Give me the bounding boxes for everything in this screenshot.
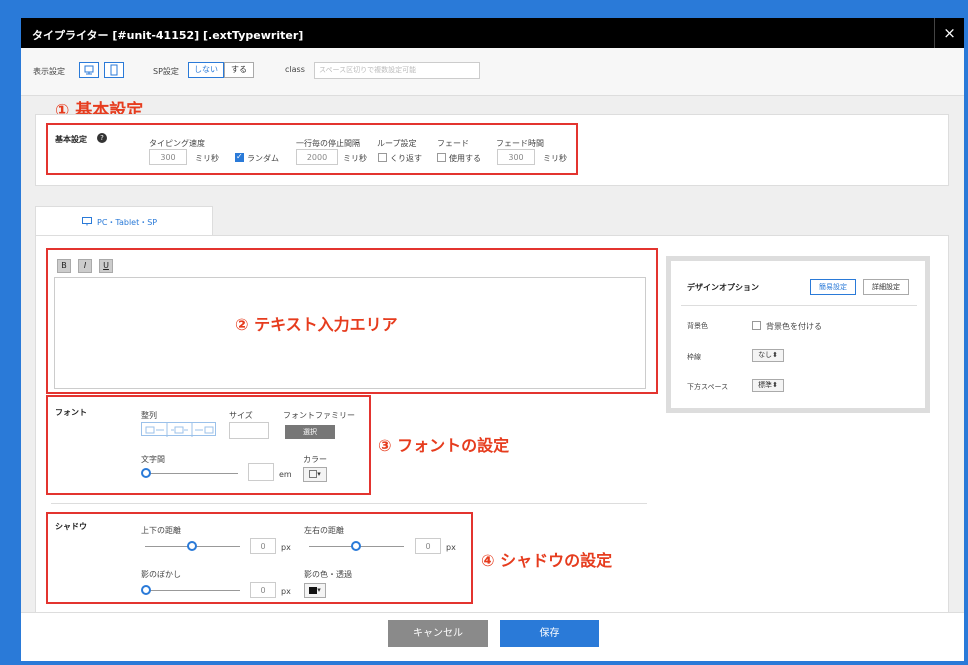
letter-spacing-slider-track xyxy=(148,473,238,474)
title-bar: タイプライター [#unit-41152] [.extTypewriter] × xyxy=(21,18,964,48)
em-unit: em xyxy=(279,470,292,479)
bold-button[interactable]: B xyxy=(57,259,71,273)
background-color-option: 背景色を付ける xyxy=(766,322,822,331)
shadow-color-arrow-icon: ▾ xyxy=(317,586,321,594)
annotation-shadow-settings: ④ シャドウの設定 xyxy=(481,551,613,570)
background-color-checkbox[interactable] xyxy=(752,321,761,330)
save-button[interactable]: 保存 xyxy=(500,620,599,647)
dialog-footer: キャンセル 保存 xyxy=(21,612,964,661)
blur-slider-knob[interactable] xyxy=(141,585,151,595)
class-label: class xyxy=(285,65,305,74)
annotation-text-area: ② テキスト入力エリア xyxy=(235,315,398,334)
font-family-select-button[interactable]: 選択 xyxy=(285,425,335,439)
loop-checkbox[interactable] xyxy=(378,153,387,162)
display-settings-bar: 表示設定 SP設定 しない する class スペース区切りで複数設定可能 xyxy=(21,48,964,96)
pc-display-toggle[interactable] xyxy=(79,62,99,78)
shadow-color-label: 影の色・透過 xyxy=(304,570,352,579)
letter-spacing-input[interactable] xyxy=(248,463,274,481)
ms-unit-2: ミリ秒 xyxy=(343,154,367,163)
detail-settings-button[interactable]: 詳細設定 xyxy=(863,279,909,295)
horizontal-slider-knob[interactable] xyxy=(351,541,361,551)
fade-time-input[interactable]: 300 xyxy=(497,149,535,165)
horizontal-distance-label: 左右の距離 xyxy=(304,526,344,535)
random-label: ランダム xyxy=(247,154,279,163)
font-heading: フォント xyxy=(55,408,87,417)
align-icons xyxy=(145,423,214,437)
display-setting-label: 表示設定 xyxy=(33,67,65,76)
letter-spacing-label: 文字間 xyxy=(141,455,165,464)
letter-spacing-slider-knob[interactable] xyxy=(141,468,151,478)
shadow-heading: シャドウ xyxy=(55,522,87,531)
background-color-label: 背景色 xyxy=(687,322,708,330)
design-divider xyxy=(681,305,917,306)
underline-button[interactable]: U xyxy=(99,259,113,273)
fade-label: フェード xyxy=(437,139,469,148)
loop-option-label: くり返す xyxy=(390,154,422,163)
align-selector[interactable] xyxy=(141,422,216,437)
vertical-distance-label: 上下の距離 xyxy=(141,526,181,535)
italic-button[interactable]: I xyxy=(78,259,92,273)
font-color-arrow-icon: ▾ xyxy=(317,470,321,478)
dialog-title: タイプライター [#unit-41152] [.extTypewriter] xyxy=(32,29,304,42)
monitor-icon xyxy=(84,65,94,75)
px-unit-3: px xyxy=(281,587,291,596)
typing-speed-input[interactable]: 300 xyxy=(149,149,187,165)
blur-input[interactable]: 0 xyxy=(250,582,276,598)
font-color-picker[interactable]: ▾ xyxy=(303,467,327,482)
sp-setting-label: SP設定 xyxy=(153,67,179,76)
help-icon[interactable]: ? xyxy=(97,133,107,143)
random-checkbox[interactable] xyxy=(235,152,244,162)
fade-checkbox[interactable] xyxy=(437,153,446,162)
shadow-color-picker[interactable]: ▾ xyxy=(304,583,326,598)
border-select[interactable]: なし⬍ xyxy=(752,349,784,362)
ms-unit-3: ミリ秒 xyxy=(543,154,567,163)
blur-label: 影のぼかし xyxy=(141,570,181,579)
align-label: 整列 xyxy=(141,411,157,420)
border-value: なし xyxy=(758,351,773,359)
border-label: 枠線 xyxy=(687,353,701,361)
vertical-distance-input[interactable]: 0 xyxy=(250,538,276,554)
horizontal-distance-input[interactable]: 0 xyxy=(415,538,441,554)
typewriter-dialog: タイプライター [#unit-41152] [.extTypewriter] ×… xyxy=(21,18,964,661)
basic-settings-heading: 基本設定 xyxy=(55,135,87,144)
font-size-input[interactable] xyxy=(229,422,269,439)
bottom-space-select[interactable]: 標準⬍ xyxy=(752,379,784,392)
fade-option-label: 使用する xyxy=(449,154,481,163)
monitor-icon xyxy=(82,217,92,226)
px-unit-2: px xyxy=(446,543,456,552)
sp-off-button[interactable]: しない xyxy=(188,62,224,78)
font-color-label: カラー xyxy=(303,455,327,464)
close-button[interactable]: × xyxy=(934,18,964,48)
cancel-button[interactable]: キャンセル xyxy=(388,620,488,647)
typing-speed-label: タイピング速度 xyxy=(149,139,205,148)
select-arrow-icon: ⬍ xyxy=(772,381,778,389)
tab-label: PC・Tablet・SP xyxy=(97,218,158,227)
sp-on-button[interactable]: する xyxy=(224,62,254,78)
font-family-label: フォントファミリー xyxy=(283,411,355,420)
line-pause-input[interactable]: 2000 xyxy=(296,149,338,165)
size-label: サイズ xyxy=(229,411,253,420)
fade-time-label: フェード時間 xyxy=(496,139,544,148)
ms-unit-1: ミリ秒 xyxy=(195,154,219,163)
px-unit-1: px xyxy=(281,543,291,552)
design-options-heading: デザインオプション xyxy=(687,283,759,292)
class-input[interactable]: スペース区切りで複数設定可能 xyxy=(314,62,480,79)
tablet-icon xyxy=(110,64,118,76)
tablet-display-toggle[interactable] xyxy=(104,62,124,78)
bottom-space-label: 下方スペース xyxy=(687,383,729,391)
line-pause-label: 一行毎の停止間隔 xyxy=(296,139,360,148)
vertical-slider-knob[interactable] xyxy=(187,541,197,551)
design-options-panel: デザインオプション 簡易設定 詳細設定 背景色 背景色を付ける 枠線 なし⬍ 下… xyxy=(666,256,930,413)
tab-pc-tablet-sp[interactable]: PC・Tablet・SP xyxy=(35,206,213,236)
annotation-font-settings: ③ フォントの設定 xyxy=(378,436,510,455)
loop-label: ループ設定 xyxy=(377,139,417,148)
select-arrow-icon: ⬍ xyxy=(772,351,778,359)
blur-slider-track xyxy=(148,590,240,591)
section-divider xyxy=(51,503,647,504)
bottom-space-value: 標準 xyxy=(758,381,773,389)
simple-settings-button[interactable]: 簡易設定 xyxy=(810,279,856,295)
